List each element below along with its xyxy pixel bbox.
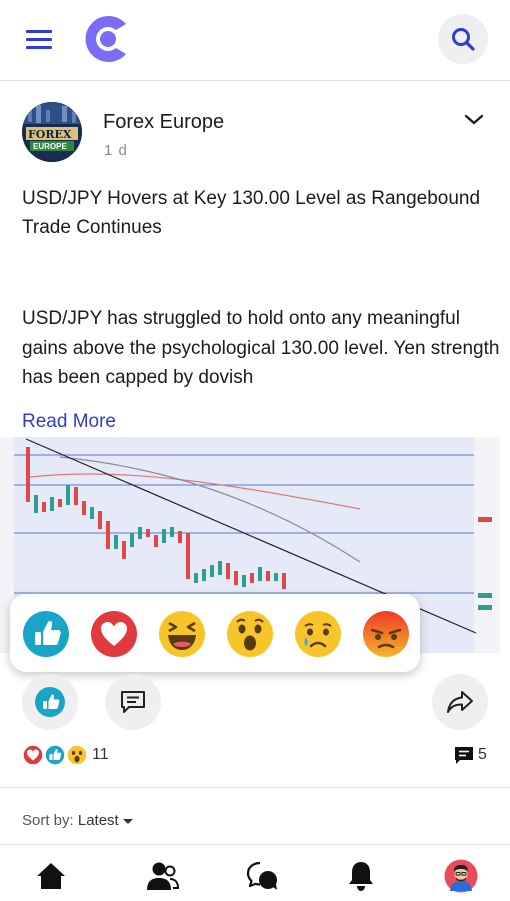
author-name[interactable]: Forex Europe — [103, 111, 224, 134]
sort-dropdown[interactable]: Sort by: Latest — [22, 812, 133, 829]
angry-icon[interactable] — [362, 610, 410, 658]
sad-icon[interactable] — [294, 610, 342, 658]
profile-avatar[interactable] — [444, 859, 478, 893]
post-timestamp: 1 d — [104, 142, 128, 159]
reaction-picker — [10, 594, 420, 672]
comment-button[interactable] — [105, 674, 161, 730]
top-app-bar — [0, 0, 510, 81]
comment-count-icon — [455, 747, 473, 764]
like-icon — [35, 687, 65, 717]
comment-icon — [121, 691, 145, 713]
post-body: USD/JPY has struggled to hold onto any m… — [22, 308, 500, 388]
home-icon[interactable] — [34, 859, 68, 893]
love-icon[interactable] — [90, 610, 138, 658]
sort-value: Latest — [77, 812, 119, 829]
reaction-count[interactable]: 11 — [92, 746, 109, 764]
wow-icon[interactable] — [226, 610, 274, 658]
avatar-text-europe: EUROPE — [33, 142, 67, 151]
author-avatar[interactable]: FOREX EUROPE — [22, 102, 82, 162]
chat-icon[interactable] — [246, 859, 280, 893]
search-button[interactable] — [438, 14, 488, 64]
sort-label: Sort by: — [22, 812, 74, 829]
avatar-text-forex: FOREX — [28, 128, 72, 141]
comment-count[interactable]: 5 — [478, 746, 487, 764]
read-more-link[interactable]: Read More — [22, 411, 116, 433]
app-logo — [85, 16, 126, 62]
haha-icon[interactable] — [158, 610, 206, 658]
wow-icon — [66, 744, 88, 766]
post-title: USD/JPY Hovers at Key 130.00 Level as Ra… — [22, 188, 481, 238]
bottom-navigation — [0, 844, 510, 901]
caret-down-icon — [122, 818, 133, 824]
users-icon[interactable] — [146, 859, 180, 893]
divider — [0, 787, 510, 788]
like-icon[interactable] — [22, 610, 70, 658]
chevron-down-icon[interactable] — [462, 110, 486, 130]
love-icon — [22, 744, 44, 766]
hamburger-menu-icon[interactable] — [26, 30, 52, 50]
like-button[interactable] — [22, 674, 78, 730]
share-button[interactable] — [432, 674, 488, 730]
share-icon — [447, 691, 473, 713]
bell-icon[interactable] — [344, 859, 378, 893]
like-icon — [44, 744, 66, 766]
search-icon — [452, 28, 475, 51]
